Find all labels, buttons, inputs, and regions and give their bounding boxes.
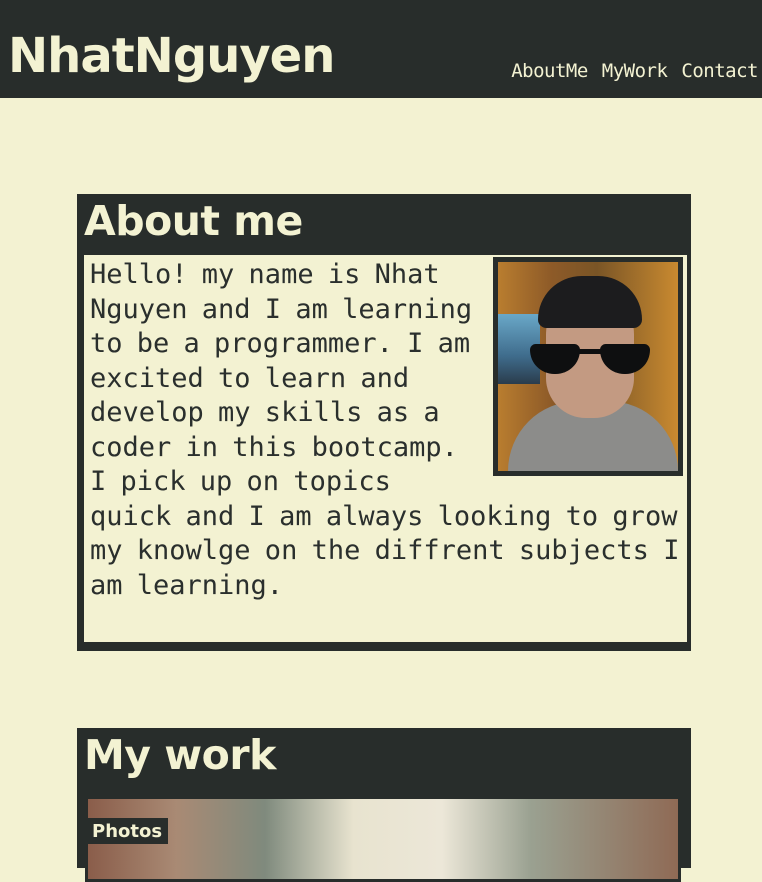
about-content: Hello! my name is Nhat Nguyen and I am l… <box>81 252 690 645</box>
nav-link-contact[interactable]: Contact <box>681 60 758 82</box>
work-item-photos-image[interactable] <box>85 796 681 882</box>
main-nav: AboutMe MyWork Contact <box>511 60 758 82</box>
about-heading: About me <box>84 197 303 245</box>
profile-photo <box>493 257 683 476</box>
site-header: NhatNguyen AboutMe MyWork Contact <box>0 0 762 98</box>
work-item-photos-label[interactable]: Photos <box>86 818 169 844</box>
work-heading: My work <box>84 731 276 779</box>
sunglasses <box>530 344 650 374</box>
site-title: NhatNguyen <box>8 28 335 84</box>
work-section: My work Photos <box>77 728 691 882</box>
nav-link-my-work[interactable]: MyWork <box>602 60 668 82</box>
nav-link-about-me[interactable]: AboutMe <box>511 60 588 82</box>
about-section: About me Hello! my name is Nhat Nguyen a… <box>77 194 691 651</box>
